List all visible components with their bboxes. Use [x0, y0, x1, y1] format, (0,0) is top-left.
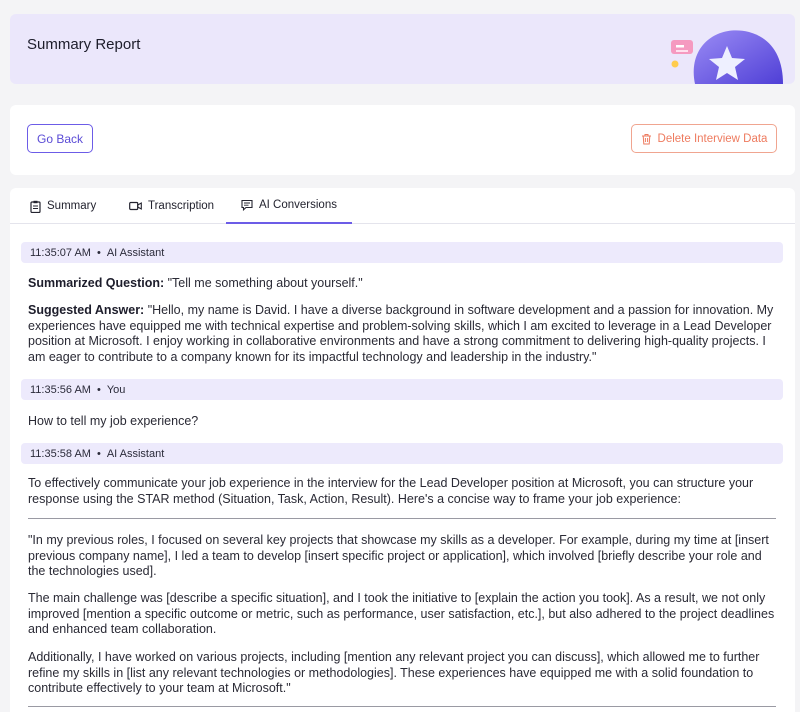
question-label: Summarized Question: — [28, 276, 165, 290]
delete-interview-button[interactable]: Delete Interview Data — [631, 124, 777, 153]
summarized-question: Summarized Question: "Tell me something … — [28, 276, 776, 292]
message-header: 11:35:07 AM • AI Assistant — [21, 242, 783, 263]
separator-dot: • — [96, 383, 101, 396]
clipboard-icon — [30, 200, 41, 213]
message-header: 11:35:58 AM • AI Assistant — [21, 443, 783, 464]
tab-transcription[interactable]: Transcription — [127, 188, 216, 224]
separator-dot: • — [96, 246, 101, 259]
chat-icon — [241, 199, 253, 211]
header-illustration — [671, 30, 783, 84]
quote-divider-top — [28, 518, 776, 519]
page-header: Summary Report — [10, 14, 795, 84]
tab-label: Summary — [47, 200, 97, 212]
go-back-button[interactable]: Go Back — [27, 124, 93, 153]
assistant-intro: To effectively communicate your job expe… — [28, 476, 754, 506]
message-sender: AI Assistant — [106, 246, 165, 259]
message-time: 11:35:56 AM — [30, 383, 91, 396]
tab-label: Transcription — [148, 200, 215, 212]
user-message-text: How to tell my job experience? — [28, 414, 199, 428]
answer-paragraph: The main challenge was [describe a speci… — [28, 591, 775, 636]
quote-divider-bottom — [28, 706, 776, 707]
message-sender: You — [106, 383, 126, 396]
suggested-answer: Suggested Answer: "Hello, my name is Dav… — [28, 303, 776, 365]
question-text: "Tell me something about yourself." — [164, 276, 363, 290]
tab-ai-conversions[interactable]: AI Conversions — [226, 188, 352, 224]
page-title: Summary Report — [27, 36, 141, 53]
tab-bar: Summary Transcription AI Conversions — [10, 188, 795, 224]
video-icon — [129, 201, 142, 211]
tab-label: AI Conversions — [259, 199, 337, 211]
message-time: 11:35:58 AM — [30, 447, 91, 460]
separator-dot: • — [96, 447, 101, 460]
answer-paragraph: "In my previous roles, I focused on seve… — [28, 533, 769, 578]
message-header: 11:35:56 AM • You — [21, 379, 783, 400]
action-toolbar: Go Back Delete Interview Data — [10, 105, 795, 175]
message-sender: AI Assistant — [106, 447, 165, 460]
answer-paragraph: Additionally, I have worked on various p… — [28, 650, 760, 695]
trash-icon — [641, 133, 651, 144]
tab-summary[interactable]: Summary — [28, 188, 98, 224]
conversation-panel: Summary Transcription AI Conversions 11:… — [10, 188, 795, 712]
answer-label: Suggested Answer: — [28, 303, 145, 317]
delete-button-label: Delete Interview Data — [657, 132, 768, 145]
message-time: 11:35:07 AM — [30, 246, 91, 259]
